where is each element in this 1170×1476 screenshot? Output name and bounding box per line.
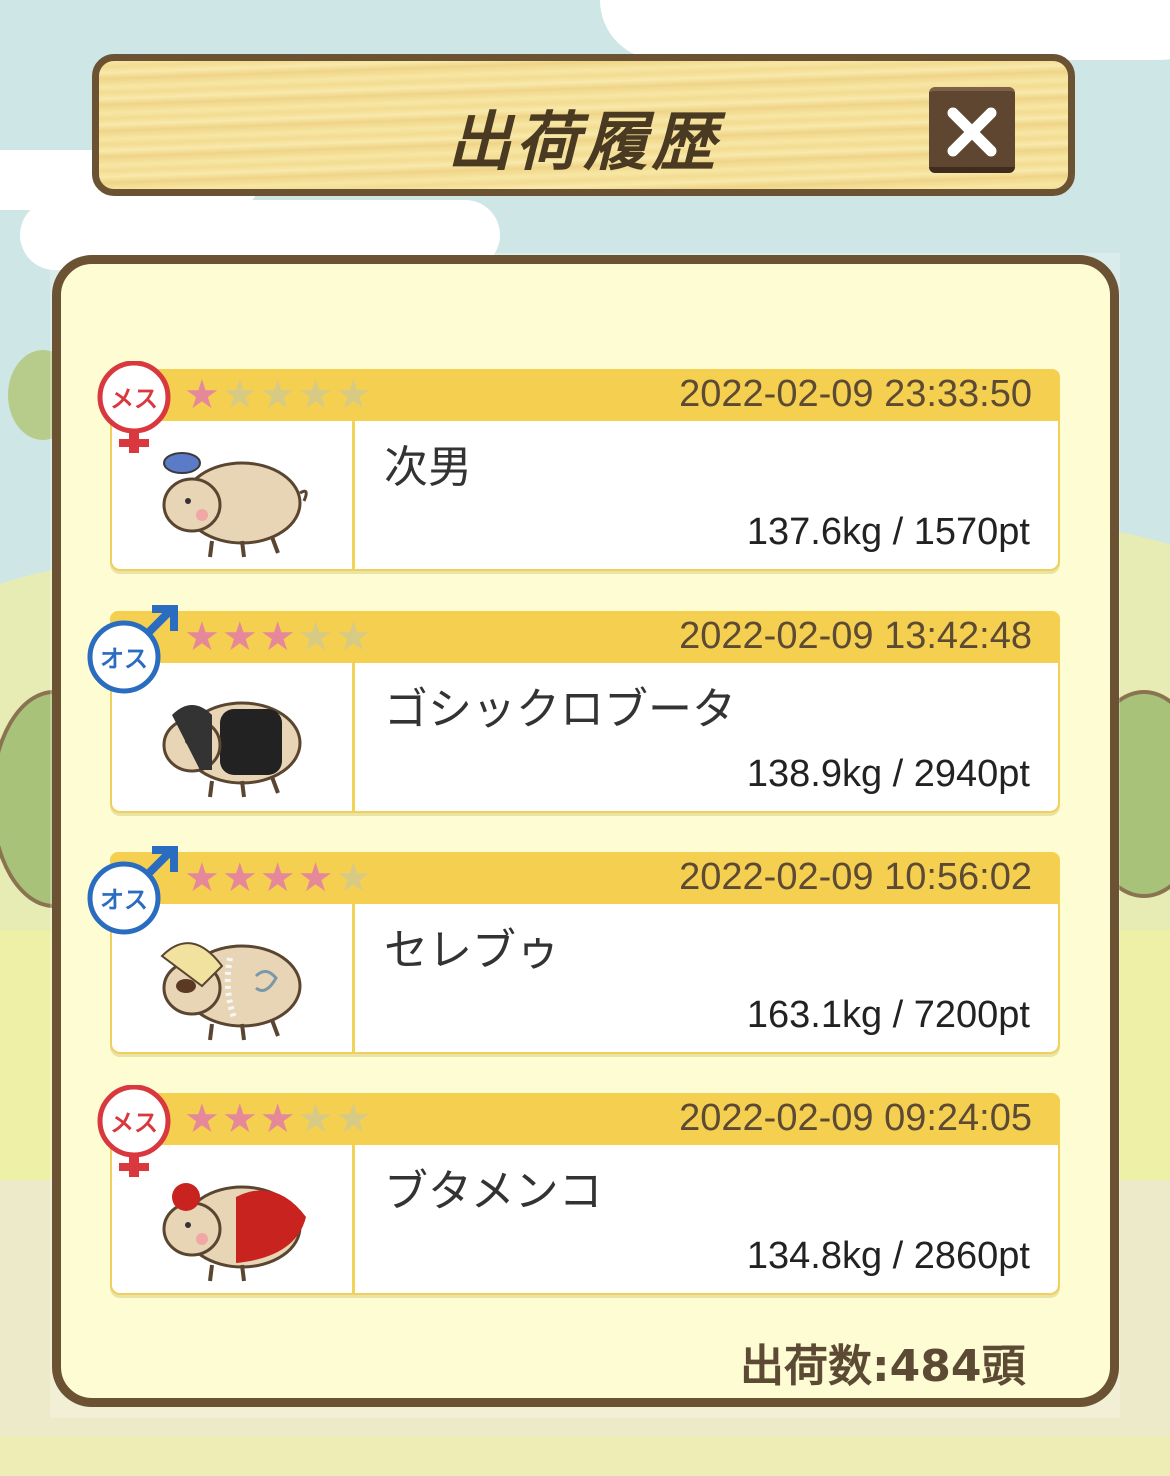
list-item[interactable]: ★ ★ ★ ★ ★ 2022-02-09 09:24:05 ブタメンコ 134.8kg … [97,1085,1060,1298]
row-header: ★ ★ ★ ★ ★ 2022-02-09 10:56:02 [110,852,1060,904]
star-icon: ★ [221,372,258,418]
pig-name: セレブゥ [384,925,560,976]
pig-name: ゴシックロブータ [384,684,736,735]
weight-points: 138.9kg / 2940pt [746,753,1030,795]
shipment-total: 出荷数:484頭 [740,1341,1026,1392]
star-icon: ★ [335,372,372,418]
gender-label: オス [100,886,148,914]
shipped-datetime: 2022-02-09 09:24:05 [679,1097,1032,1139]
divider [352,421,355,571]
shipped-datetime: 2022-02-09 23:33:50 [679,373,1032,415]
shipped-datetime: 2022-02-09 10:56:02 [679,856,1032,898]
divider [352,904,355,1054]
male-icon: オス [87,846,178,935]
row-body: ブタメンコ 134.8kg / 2860pt [110,1145,1060,1295]
bottom-strip [0,1436,1170,1476]
star-icon: ★ [221,614,258,660]
pig-icon [162,452,308,558]
star-icon: ★ [259,614,296,660]
divider [352,663,355,813]
star-icon: ★ [184,1096,220,1142]
row-header: ★ ★ ★ ★ ★ 2022-02-09 09:24:05 [110,1093,1060,1145]
row-header: ★ ★ ★ ★ ★ 2022-02-09 13:42:48 [110,611,1060,663]
page-title: 出荷履歴 [447,106,720,180]
pig-name: 次男 [384,442,472,493]
star-icon: ★ [221,1096,258,1142]
pig-icon [162,1183,306,1282]
cloud [600,0,1170,60]
weight-points: 163.1kg / 7200pt [746,994,1030,1036]
gender-label: メス [110,385,158,413]
star-icon: ★ [297,372,334,418]
row-body: 次男 137.6kg / 1570pt [110,421,1060,571]
row-body: ゴシックロブータ 138.9kg / 2940pt [110,663,1060,813]
row-header: ★ ★ ★ ★ ★ 2022-02-09 23:33:50 [110,369,1060,421]
star-icon: ★ [297,614,334,660]
star-icon: ★ [221,855,258,901]
list-item[interactable]: ★ ★ ★ ★ ★ 2022-02-09 10:56:02 セレブゥ 163.1kg /… [87,846,1060,1057]
rarity-stars: ★ ★ ★ ★ ★ [184,1099,371,1139]
title-board: 出荷履歴 [92,54,1075,196]
star-icon: ★ [184,372,220,418]
weight-points: 134.8kg / 2860pt [746,1235,1030,1277]
male-icon: オス [87,605,178,694]
rarity-stars: ★ ★ ★ ★ ★ [184,375,371,415]
gender-label: オス [100,645,148,673]
pig-name: ブタメンコ [384,1166,603,1217]
star-icon: ★ [335,855,372,901]
star-icon: ★ [259,855,296,901]
list-item[interactable]: ★ ★ ★ ★ ★ 2022-02-09 13:42:48 ゴシックロブータ 138.9… [87,605,1060,816]
weight-points: 137.6kg / 1570pt [746,511,1030,553]
close-button[interactable] [929,87,1015,173]
star-icon: ★ [297,855,334,901]
female-icon: メス [97,1085,171,1177]
rarity-stars: ★ ★ ★ ★ ★ [184,617,371,657]
star-icon: ★ [335,614,372,660]
star-icon: ★ [184,855,220,901]
divider [352,1145,355,1295]
star-icon: ★ [184,614,220,660]
gender-label: メス [110,1109,158,1137]
female-icon: メス [97,361,171,453]
rarity-stars: ★ ★ ★ ★ ★ [184,858,371,898]
star-icon: ★ [335,1096,372,1142]
close-icon [947,107,997,157]
star-icon: ★ [259,1096,296,1142]
list-item[interactable]: ★ ★ ★ ★ ★ 2022-02-09 23:33:50 次男 137.6kg / 1… [97,361,1060,574]
shipped-datetime: 2022-02-09 13:42:48 [679,615,1032,657]
row-body: セレブゥ 163.1kg / 7200pt [110,904,1060,1054]
star-icon: ★ [259,372,296,418]
star-icon: ★ [297,1096,334,1142]
